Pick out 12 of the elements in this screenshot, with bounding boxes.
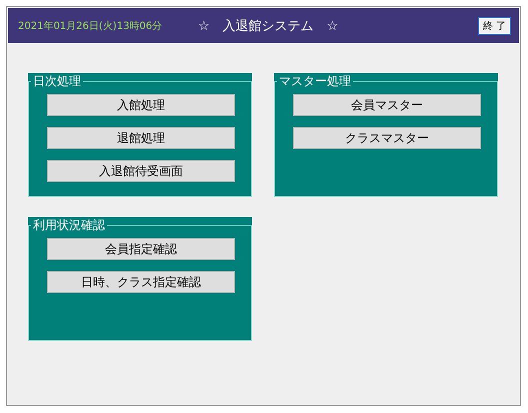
panel-title: マスター処理 xyxy=(277,73,353,90)
window-title: ☆ 入退館システム ☆ xyxy=(198,18,338,34)
menu-button[interactable]: 入退館待受画面 xyxy=(47,160,235,182)
menu-button[interactable]: クラスマスター xyxy=(293,127,481,149)
panel-title: 利用状況確認 xyxy=(31,217,107,234)
menu-button[interactable]: 退館処理 xyxy=(47,127,235,149)
exit-button[interactable]: 終 了 xyxy=(478,16,511,34)
menu-button[interactable]: 入館処理 xyxy=(47,94,235,116)
datetime-text: 2021年01月26日(火)13時06分 xyxy=(18,20,162,32)
menu-button[interactable]: 会員指定確認 xyxy=(47,238,235,260)
menu-button[interactable]: 会員マスター xyxy=(293,94,481,116)
menu-button[interactable]: 日時、クラス指定確認 xyxy=(47,271,235,293)
